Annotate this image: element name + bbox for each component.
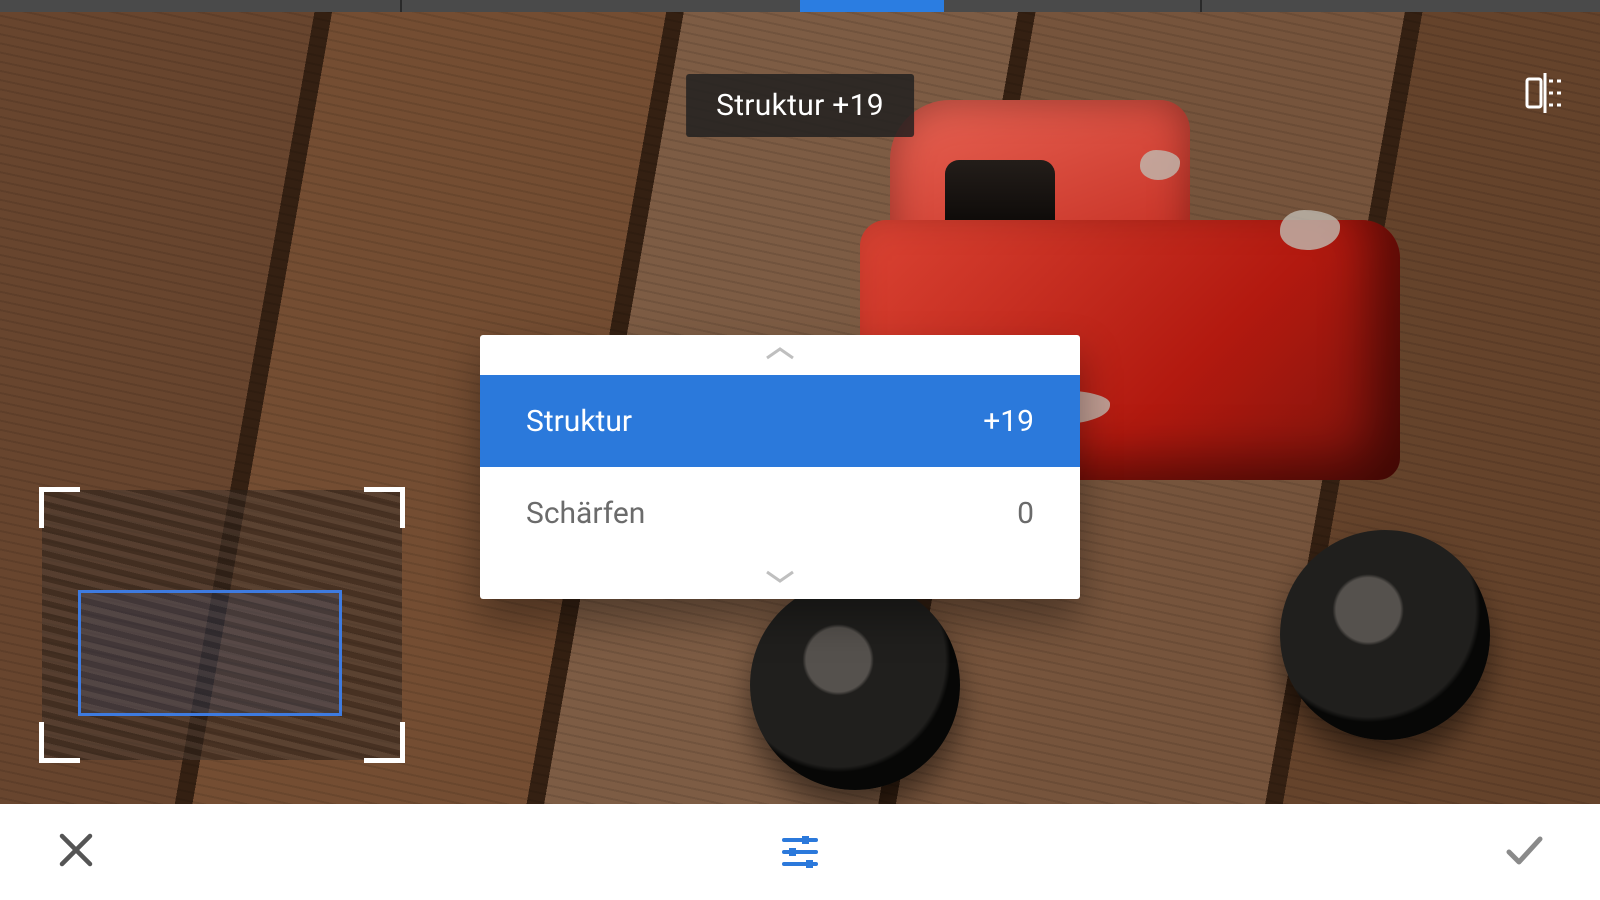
navigator-loupe[interactable] bbox=[42, 490, 402, 760]
close-icon bbox=[54, 828, 98, 876]
compare-icon bbox=[1521, 69, 1569, 121]
chevron-down-icon bbox=[763, 568, 797, 590]
tune-icon bbox=[778, 828, 822, 876]
navigator-viewport[interactable] bbox=[78, 590, 342, 716]
value-toast-text: Struktur +19 bbox=[716, 88, 884, 123]
value-slider-fill bbox=[800, 0, 944, 12]
bottom-toolbar bbox=[0, 804, 1600, 900]
picker-down[interactable] bbox=[480, 559, 1080, 599]
picker-row-struktur[interactable]: Struktur +19 bbox=[480, 375, 1080, 467]
adjust-button[interactable] bbox=[768, 820, 832, 884]
crop-corner-icon bbox=[39, 722, 80, 763]
value-toast: Struktur +19 bbox=[686, 74, 914, 137]
value-slider[interactable] bbox=[0, 0, 1600, 12]
picker-up[interactable] bbox=[480, 335, 1080, 375]
editor-stage: Struktur +19 Struktur +19 Schärfen 0 bbox=[0, 0, 1600, 900]
confirm-button[interactable] bbox=[1492, 820, 1556, 884]
cancel-button[interactable] bbox=[44, 820, 108, 884]
crop-corner-icon bbox=[364, 722, 405, 763]
chevron-up-icon bbox=[763, 344, 797, 366]
crop-corner-icon bbox=[364, 487, 405, 528]
crop-corner-icon bbox=[39, 487, 80, 528]
compare-button[interactable] bbox=[1518, 68, 1572, 122]
picker-row-label: Schärfen bbox=[526, 496, 645, 531]
check-icon bbox=[1502, 828, 1546, 876]
picker-row-value: +19 bbox=[983, 404, 1034, 439]
parameter-picker[interactable]: Struktur +19 Schärfen 0 bbox=[480, 335, 1080, 599]
picker-row-label: Struktur bbox=[526, 404, 632, 439]
picker-row-value: 0 bbox=[1017, 496, 1034, 531]
picker-row-schaerfen[interactable]: Schärfen 0 bbox=[480, 467, 1080, 559]
